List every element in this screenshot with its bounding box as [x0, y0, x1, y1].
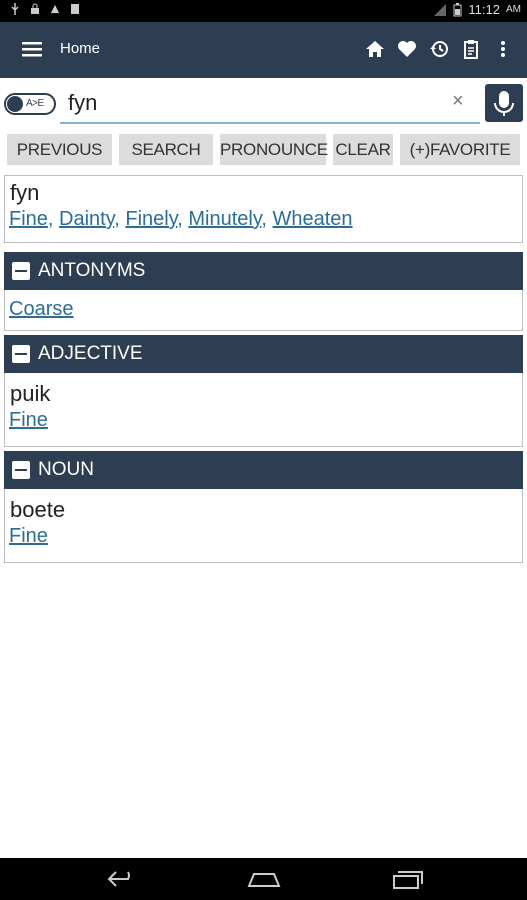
- recents-icon[interactable]: [390, 868, 424, 890]
- translation-link[interactable]: Minutely: [188, 208, 261, 230]
- clear-input-icon[interactable]: ×: [452, 90, 464, 113]
- section-header-noun[interactable]: NOUN: [4, 451, 523, 489]
- app-title: Home: [60, 40, 101, 57]
- clipboard-icon[interactable]: [461, 39, 481, 59]
- section-title: ADJECTIVE: [38, 343, 143, 364]
- signal-icon: [434, 3, 447, 16]
- status-time: 11:12: [468, 2, 500, 17]
- search-button[interactable]: SEARCH: [119, 134, 213, 165]
- collapse-icon: [12, 345, 30, 363]
- history-icon[interactable]: [429, 39, 449, 59]
- toggle-knob: [7, 96, 23, 112]
- lock-icon: [31, 3, 39, 14]
- favorite-button[interactable]: (+)FAVORITE: [400, 134, 520, 165]
- section-word: puik: [10, 381, 51, 406]
- warning-icon: [50, 4, 60, 14]
- translation-link[interactable]: Fine: [9, 208, 48, 230]
- overflow-icon[interactable]: [493, 39, 513, 59]
- search-row: A>E ×: [0, 78, 527, 130]
- translation-link[interactable]: Finely: [125, 208, 177, 230]
- section-header-adjective[interactable]: ADJECTIVE: [4, 335, 523, 373]
- system-nav-bar: [0, 858, 527, 900]
- previous-button[interactable]: PREVIOUS: [7, 134, 112, 165]
- action-buttons: PREVIOUS SEARCH PRONOUNCE CLEAR (+)FAVOR…: [0, 134, 527, 166]
- clear-button[interactable]: CLEAR: [333, 134, 393, 165]
- section-word: boete: [10, 497, 66, 522]
- status-ampm: AM: [506, 4, 521, 15]
- translation-link[interactable]: Fine: [9, 525, 48, 547]
- antonym-link[interactable]: Coarse: [9, 298, 73, 320]
- antonym-links: Coarse: [5, 290, 522, 321]
- translation-links: Fine, Dainty, Finely, Minutely, Wheaten: [9, 208, 353, 230]
- voice-search-button[interactable]: [485, 84, 523, 122]
- pronounce-button[interactable]: PRONOUNCE: [220, 134, 328, 165]
- language-toggle[interactable]: A>E: [4, 93, 56, 115]
- section-links: Fine: [5, 523, 522, 548]
- app-bar: Home: [0, 22, 527, 78]
- image-icon: [71, 4, 79, 14]
- translation-link[interactable]: Dainty: [59, 208, 114, 230]
- usb-icon: [11, 3, 19, 15]
- section-body-adjective: puik Fine: [4, 373, 523, 447]
- result-card: fyn Fine, Dainty, Finely, Minutely, Whea…: [4, 175, 523, 243]
- translation-link[interactable]: Wheaten: [273, 208, 353, 230]
- section-body-antonyms: Coarse: [4, 290, 523, 331]
- back-icon[interactable]: [106, 868, 138, 890]
- section-title: ANTONYMS: [38, 260, 146, 281]
- section-header-antonyms[interactable]: ANTONYMS: [4, 252, 523, 290]
- search-input[interactable]: [60, 84, 480, 124]
- menu-icon[interactable]: [22, 41, 42, 57]
- section-body-noun: boete Fine: [4, 489, 523, 563]
- toggle-label: A>E: [26, 98, 44, 109]
- microphone-icon: [494, 91, 514, 116]
- heart-icon[interactable]: [397, 39, 417, 59]
- home-nav-icon[interactable]: [246, 868, 282, 890]
- collapse-icon: [12, 262, 30, 280]
- collapse-icon: [12, 461, 30, 479]
- section-links: Fine: [5, 407, 522, 432]
- result-word: fyn: [10, 180, 40, 205]
- status-bar: 11:12 AM: [0, 0, 527, 22]
- section-title: NOUN: [38, 459, 94, 480]
- battery-icon: [453, 2, 462, 16]
- translation-link[interactable]: Fine: [9, 409, 48, 431]
- home-icon[interactable]: [365, 39, 385, 59]
